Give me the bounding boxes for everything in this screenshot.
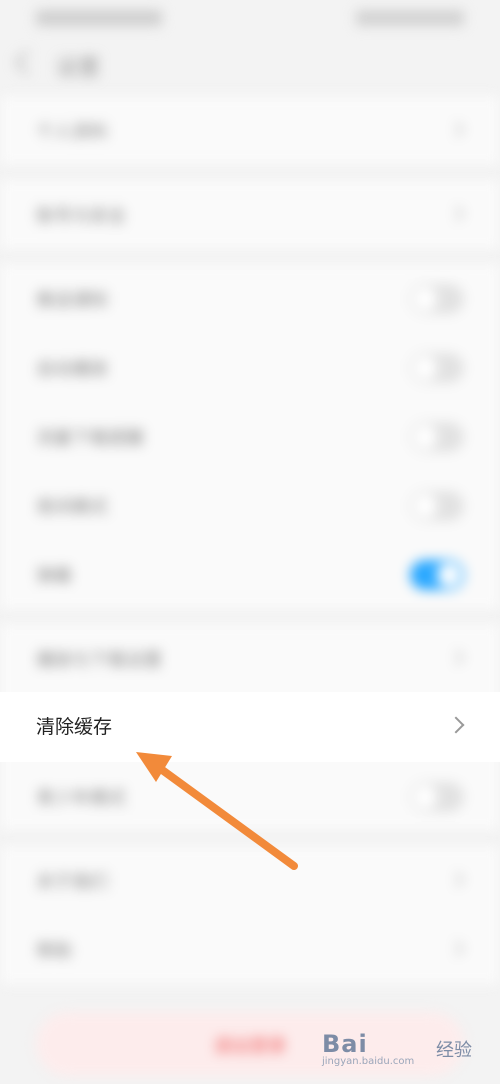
watermark-url: jingyan.baidu.com bbox=[322, 1056, 415, 1067]
annotation-arrow bbox=[136, 752, 298, 870]
watermark-brand: Bai bbox=[322, 1030, 368, 1058]
watermark: Bai 经验 jingyan.baidu.com bbox=[322, 1024, 472, 1067]
watermark-sub: 经验 bbox=[436, 1040, 472, 1061]
